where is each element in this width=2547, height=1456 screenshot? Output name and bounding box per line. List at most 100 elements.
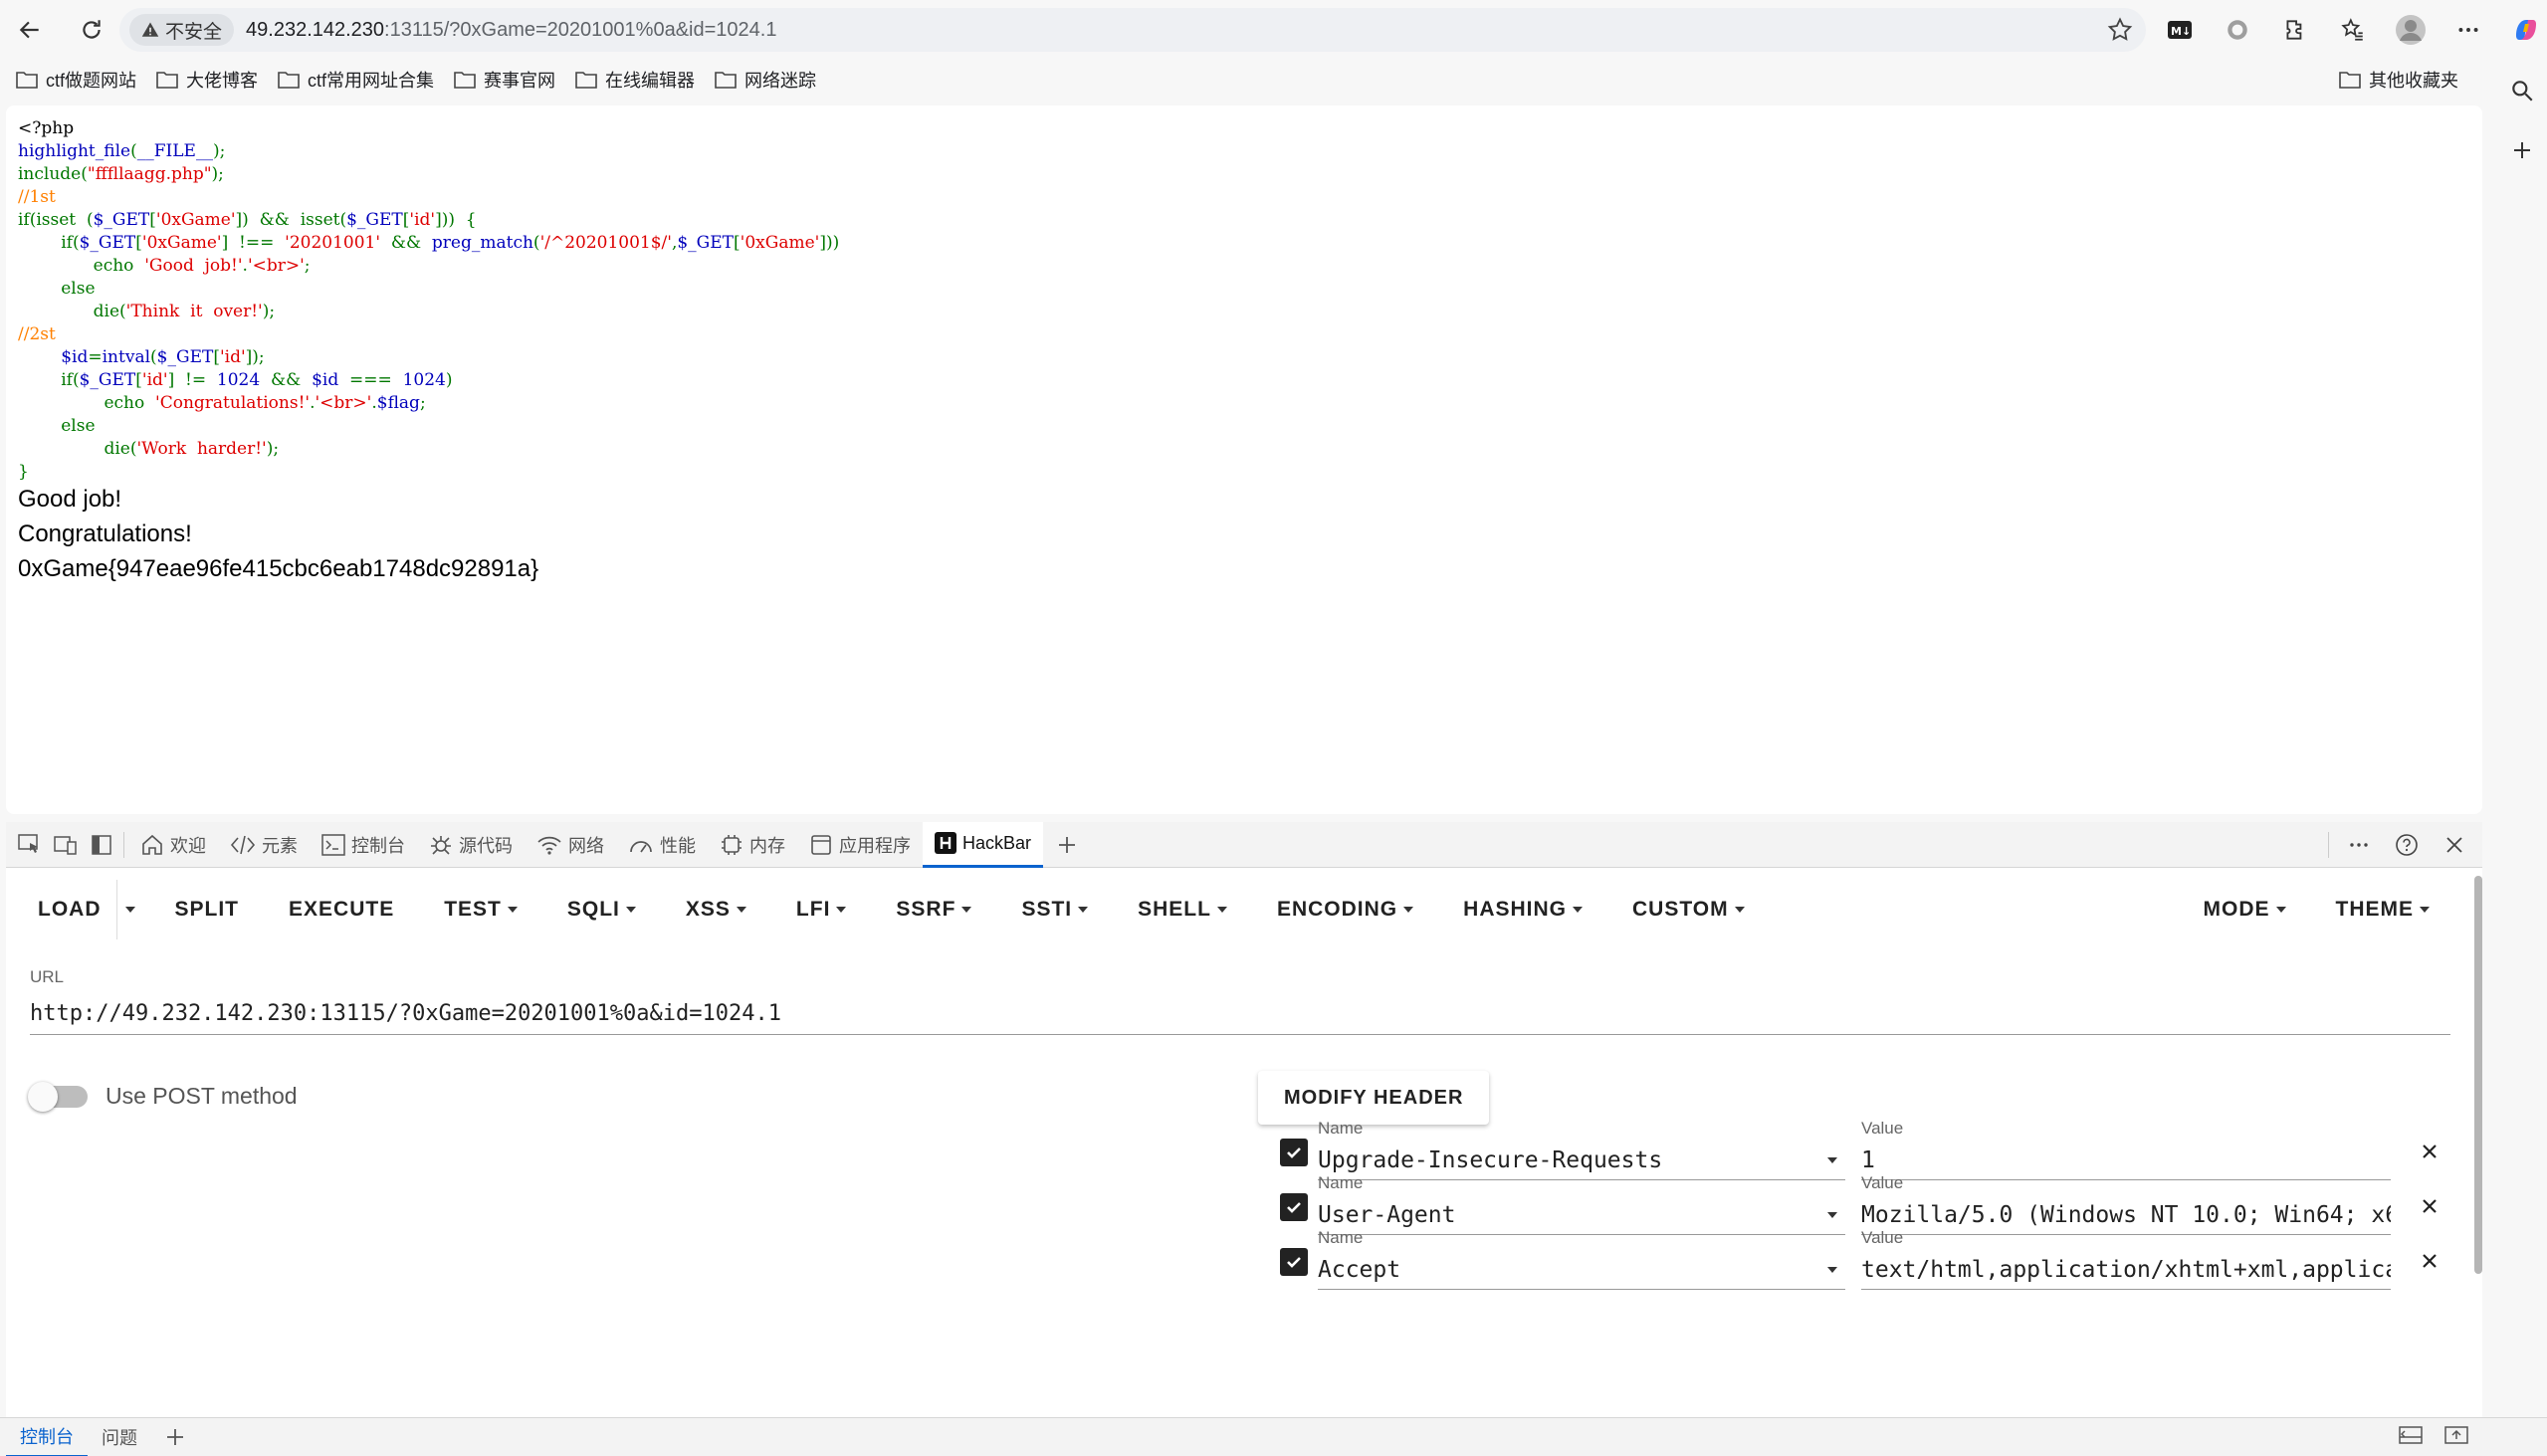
markdown-icon: M↓ [2168, 21, 2192, 39]
code-line: highlight_file(__FILE__); [18, 140, 839, 163]
chevron-down-icon [124, 907, 135, 913]
tab-network[interactable]: 网络 [525, 822, 616, 868]
record-button[interactable] [2216, 8, 2259, 52]
tab-welcome[interactable]: 欢迎 [128, 822, 218, 868]
code-token: echo [104, 393, 156, 413]
devtools-help-button[interactable] [2389, 822, 2425, 868]
check-icon [1287, 1147, 1301, 1158]
tab-sources[interactable]: 源代码 [417, 822, 525, 868]
post-method-label: Use POST method [106, 1083, 298, 1109]
drawer-add-button[interactable] [151, 1418, 199, 1456]
hackbar-menu-ssrf[interactable]: SSRF [871, 868, 996, 951]
hackbar-menu-split[interactable]: SPLIT [143, 868, 265, 951]
hackbar-mode-menu[interactable]: MODE [2172, 868, 2311, 951]
markdown-button[interactable]: M↓ [2158, 8, 2202, 52]
favorites-button[interactable] [2331, 8, 2375, 52]
favorites-icon [2341, 18, 2363, 41]
hackbar-menu-ssti[interactable]: SSTI [996, 868, 1113, 951]
address-bar[interactable]: 不安全 49.232.142.230:13115/?0xGame=2020100… [119, 8, 2146, 52]
hackbar-right-menu: MODE THEME [2172, 868, 2455, 951]
hackbar-load-dropdown[interactable] [115, 880, 143, 939]
hackbar-menu-shell[interactable]: SHELL [1113, 868, 1252, 951]
tab-application[interactable]: 应用程序 [797, 822, 923, 868]
search-icon [2512, 81, 2533, 102]
tab-console[interactable]: 控制台 [310, 822, 417, 868]
code-line: //1st [18, 186, 839, 209]
post-method-toggle[interactable]: Use POST method [28, 1081, 298, 1112]
code-token: <?php [18, 118, 75, 138]
bookmark-folder[interactable]: 大佬博客 [146, 64, 268, 96]
hackbar-menu-xss[interactable]: XSS [661, 868, 771, 951]
hackbar-load-button[interactable]: LOAD [6, 868, 126, 951]
code-token: ); [212, 141, 226, 161]
header-name-value: User-Agent [1318, 1202, 1456, 1228]
hackbar-menu-encoding[interactable]: ENCODING [1252, 868, 1438, 951]
hackbar-menu-sqli[interactable]: SQLI [542, 868, 661, 951]
scrollbar-thumb[interactable] [2474, 876, 2482, 1274]
dock-drawer-button[interactable] [2399, 1425, 2423, 1450]
hackbar-menu-hashing[interactable]: HASHING [1438, 868, 1607, 951]
url-text[interactable]: 49.232.142.230:13115/?0xGame=20201001%0a… [246, 19, 776, 42]
code-token: ])) { [435, 210, 477, 230]
code-token: === [338, 370, 403, 390]
url-host: 49.232.142.230 [246, 18, 385, 41]
header-enabled-checkbox[interactable] [1280, 1139, 1308, 1166]
remove-header-button[interactable] [2415, 1191, 2444, 1221]
devtools-scrollbar[interactable] [2474, 868, 2482, 1274]
bookmark-folder[interactable]: ctf做题网站 [6, 64, 146, 96]
url-input[interactable] [30, 993, 2450, 1035]
back-button[interactable] [8, 8, 52, 52]
toggle-panel-button[interactable] [84, 822, 119, 868]
header-enabled-checkbox[interactable] [1280, 1248, 1308, 1276]
remove-header-button[interactable] [2415, 1246, 2444, 1276]
bookmark-label: 大佬博客 [186, 71, 259, 91]
header-enabled-checkbox[interactable] [1280, 1193, 1308, 1221]
extensions-button[interactable] [2273, 8, 2317, 52]
devtools-close-button[interactable] [2437, 822, 2472, 868]
reload-button[interactable] [70, 8, 113, 52]
profile-button[interactable] [2389, 8, 2433, 52]
devtools-more-button[interactable] [2341, 822, 2377, 868]
hackbar-menu-test[interactable]: TEST [419, 868, 542, 951]
modify-header-button[interactable]: MODIFY HEADER [1258, 1071, 1490, 1125]
header-value-input[interactable]: text/html,application/xhtml+xml,applicat… [1861, 1250, 2391, 1290]
bookmark-folder[interactable]: 在线编辑器 [565, 64, 705, 96]
tab-label: 控制台 [351, 835, 405, 856]
tab-elements[interactable]: 元素 [218, 822, 310, 868]
favorite-star-button[interactable] [2106, 16, 2134, 49]
tab-performance[interactable]: 性能 [616, 822, 708, 868]
hackbar-menu-execute[interactable]: EXECUTE [264, 868, 419, 951]
more-button[interactable] [2446, 8, 2490, 52]
sidebar-add-button[interactable] [2497, 120, 2547, 180]
inspect-element-button[interactable] [12, 822, 48, 868]
remove-header-button[interactable] [2415, 1137, 2444, 1166]
header-value-text: Mozilla/5.0 (Windows NT 10.0; Win64; x64… [1861, 1202, 2391, 1228]
hackbar-menu-lfi[interactable]: LFI [771, 868, 872, 951]
add-tab-button[interactable] [1049, 822, 1085, 868]
copilot-icon [2516, 20, 2536, 40]
code-line: //2st [18, 323, 839, 346]
hackbar-mode-label: MODE [2203, 898, 2270, 921]
tab-hackbar[interactable]: HackBar [923, 821, 1044, 868]
drawer-tab-console[interactable]: 控制台 [6, 1418, 88, 1456]
hackbar-theme-menu[interactable]: THEME [2311, 868, 2455, 951]
folder-icon [715, 72, 737, 89]
device-emulation-button[interactable] [48, 822, 84, 868]
bookmark-folder[interactable]: 网络迷踪 [705, 64, 826, 96]
expand-drawer-button[interactable] [2444, 1425, 2468, 1450]
post-method-switch[interactable] [28, 1081, 88, 1112]
header-name-select[interactable]: Accept [1318, 1250, 1845, 1290]
hackbar-menu-custom[interactable]: CUSTOM [1607, 868, 1770, 951]
copilot-button[interactable] [2504, 8, 2547, 52]
sidebar-search-button[interactable] [2497, 61, 2547, 120]
tab-label: 性能 [660, 835, 696, 856]
code-line: echo 'Good job!'.'<br>'; [18, 255, 839, 278]
check-icon [1287, 1257, 1301, 1268]
tab-memory[interactable]: 内存 [708, 822, 797, 868]
bookmark-folder[interactable]: 赛事官网 [444, 64, 565, 96]
site-security-chip[interactable]: 不安全 [129, 14, 235, 46]
bookmark-folder[interactable]: ctf常用网址合集 [268, 64, 444, 96]
drawer-tab-issues[interactable]: 问题 [88, 1418, 151, 1456]
other-bookmarks-folder[interactable]: 其他收藏夹 [2329, 64, 2468, 96]
